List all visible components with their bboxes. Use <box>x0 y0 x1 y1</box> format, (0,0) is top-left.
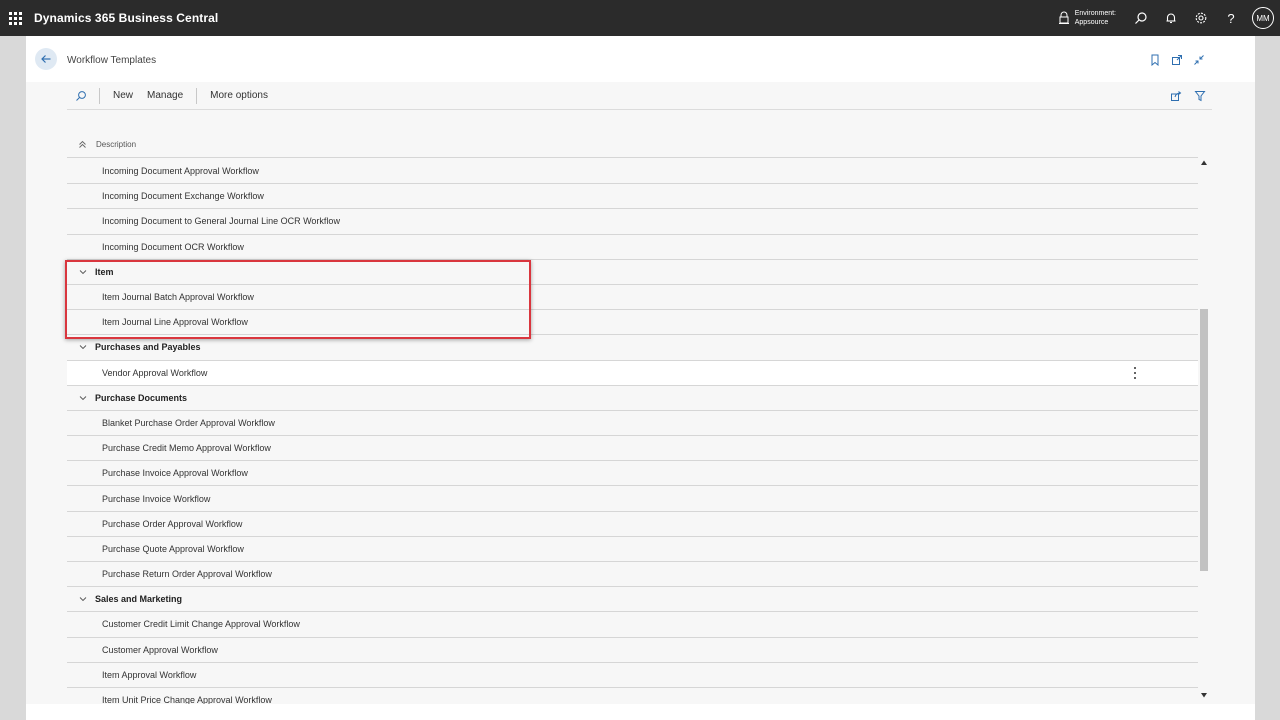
row-description[interactable]: Purchase Invoice Approval Workflow <box>102 468 248 478</box>
collapse-icon[interactable] <box>1188 52 1210 68</box>
table-row[interactable]: Incoming Document to General Journal Lin… <box>67 209 1198 235</box>
table-row[interactable]: Purchase Invoice Workflow <box>67 486 1198 512</box>
bookmark-icon[interactable] <box>1144 52 1166 68</box>
page-panel: Workflow Templates New Manage More optio… <box>26 36 1255 720</box>
environment-name: Appsource <box>1074 19 1109 26</box>
environment-icon <box>1058 11 1069 24</box>
group-header-row[interactable]: Purchases and Payables <box>67 335 1198 361</box>
table-row[interactable]: Customer Credit Limit Change Approval Wo… <box>67 612 1198 638</box>
highlight-annotation <box>65 260 531 339</box>
table-row[interactable]: Vendor Approval Workflow <box>67 360 1198 386</box>
table-row[interactable]: Incoming Document Exchange Workflow <box>67 184 1198 210</box>
open-new-window-icon[interactable] <box>1166 52 1188 68</box>
new-button[interactable]: New <box>106 90 140 101</box>
table-row[interactable]: Purchase Invoice Approval Workflow <box>67 461 1198 487</box>
row-description[interactable]: Incoming Document OCR Workflow <box>102 242 244 252</box>
help-icon[interactable]: ? <box>1216 0 1246 36</box>
row-description[interactable]: Purchase Credit Memo Approval Workflow <box>102 443 271 453</box>
vertical-scrollbar[interactable] <box>1198 159 1210 699</box>
row-description[interactable]: Item Approval Workflow <box>102 670 196 680</box>
action-bar: New Manage More options <box>67 82 1212 110</box>
avatar[interactable]: MM <box>1252 7 1274 29</box>
group-header-row[interactable]: Sales and Marketing <box>67 587 1198 613</box>
row-description[interactable]: Vendor Approval Workflow <box>102 368 207 378</box>
divider <box>99 87 100 104</box>
row-description[interactable]: Incoming Document to General Journal Lin… <box>102 216 340 226</box>
table-row[interactable]: Purchase Credit Memo Approval Workflow <box>67 436 1198 462</box>
filter-icon[interactable] <box>1188 88 1212 104</box>
table-row[interactable]: Incoming Document Approval Workflow <box>67 159 1198 185</box>
divider <box>196 87 198 104</box>
row-actions-icon[interactable] <box>1132 366 1138 379</box>
collapse-all-icon[interactable] <box>75 140 89 150</box>
row-description[interactable]: Purchase Quote Approval Workflow <box>102 544 244 554</box>
column-header: Description <box>67 132 1198 158</box>
page-title: Workflow Templates <box>67 55 157 66</box>
row-description[interactable]: Customer Approval Workflow <box>102 645 218 655</box>
row-description[interactable]: Item Unit Price Change Approval Workflow <box>102 695 272 704</box>
group-label[interactable]: Purchase Documents <box>95 393 187 403</box>
search-icon[interactable] <box>1126 0 1156 36</box>
environment-indicator[interactable]: Environment: Appsource <box>1057 9 1116 27</box>
row-description[interactable]: Purchase Order Approval Workflow <box>102 519 242 529</box>
bottom-strip <box>26 704 1255 720</box>
share-icon[interactable] <box>1164 88 1188 104</box>
table-row[interactable]: Item Approval Workflow <box>67 663 1198 688</box>
table-row[interactable]: Incoming Document OCR Workflow <box>67 235 1198 260</box>
group-label[interactable]: Sales and Marketing <box>95 594 182 604</box>
search-icon[interactable] <box>69 86 93 106</box>
waffle-icon[interactable] <box>0 0 30 36</box>
table-row[interactable]: Blanket Purchase Order Approval Workflow <box>67 411 1198 437</box>
row-description[interactable]: Incoming Document Exchange Workflow <box>102 191 264 201</box>
app-title[interactable]: Dynamics 365 Business Central <box>34 11 218 25</box>
environment-label: Environment: <box>1074 10 1116 17</box>
table-row[interactable]: Purchase Quote Approval Workflow <box>67 537 1198 562</box>
more-options-button[interactable]: More options <box>203 90 275 101</box>
group-label[interactable]: Purchases and Payables <box>95 342 201 352</box>
page-header: Workflow Templates <box>26 36 1255 82</box>
scroll-up-icon[interactable] <box>1200 159 1208 167</box>
back-button[interactable] <box>35 48 57 70</box>
table-row[interactable]: Purchase Order Approval Workflow <box>67 512 1198 537</box>
group-header-row[interactable]: Purchase Documents <box>67 386 1198 411</box>
row-description[interactable]: Purchase Return Order Approval Workflow <box>102 569 272 579</box>
chevron-down-icon[interactable] <box>77 342 89 352</box>
scrollbar-thumb[interactable] <box>1200 309 1208 571</box>
app-top-bar: Dynamics 365 Business Central Environmen… <box>0 0 1280 36</box>
chevron-down-icon[interactable] <box>77 594 89 604</box>
table-row[interactable]: Item Unit Price Change Approval Workflow <box>67 688 1198 704</box>
column-header-description[interactable]: Description <box>96 140 136 149</box>
row-description[interactable]: Customer Credit Limit Change Approval Wo… <box>102 619 300 629</box>
manage-button[interactable]: Manage <box>140 90 190 101</box>
row-description[interactable]: Incoming Document Approval Workflow <box>102 166 259 176</box>
arrow-left-icon <box>41 55 51 63</box>
chevron-down-icon[interactable] <box>77 393 89 403</box>
bell-icon[interactable] <box>1156 0 1186 36</box>
table-row[interactable]: Customer Approval Workflow <box>67 638 1198 663</box>
gear-icon[interactable] <box>1186 0 1216 36</box>
row-description[interactable]: Purchase Invoice Workflow <box>102 494 210 504</box>
row-description[interactable]: Blanket Purchase Order Approval Workflow <box>102 418 275 428</box>
scroll-down-icon[interactable] <box>1200 691 1208 699</box>
workflow-template-list: Incoming Document Approval Workflow Incom… <box>67 159 1198 704</box>
table-row[interactable]: Purchase Return Order Approval Workflow <box>67 562 1198 588</box>
